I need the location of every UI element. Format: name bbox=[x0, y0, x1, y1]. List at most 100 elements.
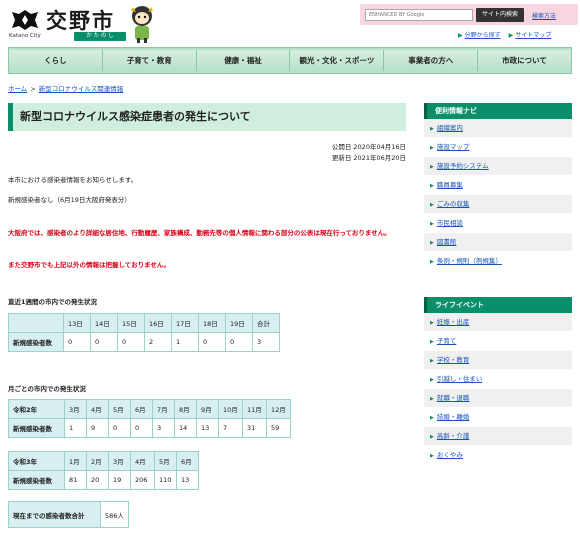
sidebar-item-label: 図書館 bbox=[436, 238, 457, 246]
sidebar-item-library[interactable]: ▶ 図書館 bbox=[424, 233, 572, 252]
table-cell: 14 bbox=[174, 418, 197, 438]
sidebar-item-pregnancy[interactable]: ▶ 妊娠・出産 bbox=[424, 313, 572, 332]
table-cell: 1 bbox=[171, 332, 199, 352]
table-row: 新規感染者数 1 9 0 0 3 14 13 7 31 59 bbox=[8, 418, 291, 438]
sidebar-item-label: 就職・退職 bbox=[436, 394, 470, 402]
sitemap-link[interactable]: サイトマップ bbox=[515, 32, 551, 39]
table-row: 新規感染者数 81 20 19 206 110 13 bbox=[8, 470, 199, 490]
table-header-row: 令和3年 1月 2月 3月 4月 5月 6月 bbox=[8, 451, 199, 471]
sidebar-item-label: 組織案内 bbox=[436, 124, 463, 132]
table-header-cell: 14日 bbox=[90, 313, 118, 333]
weekly-cases-table: 13日 14日 15日 16日 17日 18日 19日 合計 新規感染者数 0 … bbox=[8, 313, 280, 352]
table-header-cell: 19日 bbox=[225, 313, 253, 333]
sidebar-item-elderly-care[interactable]: ▶ 高齢・介護 bbox=[424, 427, 572, 446]
intro-text: 本市における感染者情報をお知らせします。 bbox=[8, 176, 138, 184]
table-header-cell: 9月 bbox=[196, 399, 219, 419]
table-cell: 0 bbox=[63, 332, 91, 352]
sidebar-item-label: 職員募集 bbox=[436, 181, 463, 189]
page-title: 新型コロナウイルス感染症患者の発生について bbox=[8, 103, 406, 131]
triangle-right-icon: ▶ bbox=[430, 202, 434, 208]
table-cell: 20 bbox=[86, 470, 109, 490]
gnav-item-business[interactable]: 事業者の方へ bbox=[384, 50, 479, 71]
sidebar-item-label: 条例・規則（例規集） bbox=[436, 257, 502, 265]
table-year-cell: 令和3年 bbox=[8, 451, 65, 471]
site-header: 交野市 Katano City か た の し サイト内検索 検索方法 ▶分野か… bbox=[0, 0, 580, 44]
section-heading-weekly: 直近1週間の市内での発生状況 bbox=[8, 298, 98, 306]
table-cell: 110 bbox=[154, 470, 177, 490]
useful-info-nav-title: 便利情報ナビ bbox=[424, 103, 572, 119]
triangle-right-icon: ▶ bbox=[430, 221, 434, 227]
sidebar-item-recruitment[interactable]: ▶ 職員募集 bbox=[424, 176, 572, 195]
table-header-cell: 4月 bbox=[130, 451, 155, 471]
table-corner-cell bbox=[8, 313, 64, 333]
triangle-right-icon: ▶ bbox=[430, 434, 434, 440]
total-cases-table: 現在までの感染者数合計 586人 bbox=[8, 501, 129, 528]
gnav-item-living[interactable]: くらし bbox=[9, 50, 103, 71]
gnav-item-tourism-culture-sports[interactable]: 観光・文化・スポーツ bbox=[290, 50, 385, 71]
global-nav: くらし 子育て・教育 健康・福祉 観光・文化・スポーツ 事業者の方へ 市政につい… bbox=[8, 47, 572, 74]
gnav-item-childcare-education[interactable]: 子育て・教育 bbox=[102, 50, 197, 71]
breadcrumb-covid-info[interactable]: 新型コロナウイルス関連情報 bbox=[39, 85, 124, 93]
breadcrumb: ホーム > 新型コロナウイルス関連情報 bbox=[8, 83, 123, 93]
site-search-button[interactable]: サイト内検索 bbox=[476, 8, 524, 22]
table-header-cell: 10月 bbox=[218, 399, 243, 419]
updated-date: 更新日 2021年06月20日 bbox=[331, 154, 406, 162]
site-logo-title[interactable]: 交野市 bbox=[46, 5, 115, 35]
sidebar-item-label: ごみの収集 bbox=[436, 200, 470, 208]
browse-by-category-link[interactable]: 分野から探す bbox=[465, 32, 501, 39]
table-cell: 19 bbox=[108, 470, 131, 490]
table-header-row: 令和2年 3月 4月 5月 6月 7月 8月 9月 10月 11月 12月 bbox=[8, 399, 291, 419]
sidebar-item-facility-booking[interactable]: ▶ 施設予約システム bbox=[424, 157, 572, 176]
sidebar-item-marriage[interactable]: ▶ 結婚・離婚 bbox=[424, 408, 572, 427]
sidebar-item-consultation[interactable]: ▶ 市民相談 bbox=[424, 214, 572, 233]
monthly-cases-table-r3: 令和3年 1月 2月 3月 4月 5月 6月 新規感染者数 81 20 19 2… bbox=[8, 451, 199, 490]
sidebar-item-facility-map[interactable]: ▶ 施設マップ bbox=[424, 138, 572, 157]
sidebar-item-ordinances[interactable]: ▶ 条例・規則（例規集） bbox=[424, 252, 572, 271]
table-cell: 206 bbox=[130, 470, 155, 490]
table-header-cell: 6月 bbox=[130, 399, 153, 419]
table-header-cell: 15日 bbox=[117, 313, 145, 333]
search-input[interactable] bbox=[365, 9, 473, 21]
triangle-right-icon: ▶ bbox=[430, 358, 434, 364]
table-cell: 31 bbox=[242, 418, 267, 438]
sidebar-item-school[interactable]: ▶ 学校・教育 bbox=[424, 351, 572, 370]
table-header-cell: 11月 bbox=[242, 399, 267, 419]
sidebar-item-childcare[interactable]: ▶ 子育て bbox=[424, 332, 572, 351]
gnav-item-city-government[interactable]: 市政について bbox=[478, 50, 571, 71]
triangle-right-icon: ▶ bbox=[430, 320, 434, 326]
site-search-box: サイト内検索 検索方法 bbox=[360, 4, 578, 25]
triangle-right-icon: ▶ bbox=[430, 415, 434, 421]
sidebar-item-bereavement[interactable]: ▶ おくやみ bbox=[424, 446, 572, 465]
triangle-right-icon: ▶ bbox=[430, 377, 434, 383]
arrow-right-icon: ▶ bbox=[508, 32, 514, 39]
sidebar-item-organization[interactable]: ▶ 組織案内 bbox=[424, 119, 572, 138]
table-header-cell: 2月 bbox=[86, 451, 109, 471]
table-row-label: 新規感染者数 bbox=[8, 418, 65, 438]
table-row: 新規感染者数 0 0 0 2 1 0 0 3 bbox=[8, 332, 280, 352]
breadcrumb-separator: > bbox=[30, 85, 36, 93]
alert-text-no-info: また交野市でも上記以外の情報は把握しておりません。 bbox=[8, 261, 170, 269]
search-help-link[interactable]: 検索方法 bbox=[532, 11, 556, 20]
sidebar-item-label: 高齢・介護 bbox=[436, 432, 470, 440]
table-row-label: 現在までの感染者数合計 bbox=[8, 501, 101, 528]
gnav-item-health-welfare[interactable]: 健康・福祉 bbox=[196, 50, 291, 71]
table-cell: 1 bbox=[64, 418, 87, 438]
sidebar-item-employment[interactable]: ▶ 就職・退職 bbox=[424, 389, 572, 408]
table-cell: 0 bbox=[225, 332, 253, 352]
mascot-character-icon bbox=[131, 6, 153, 43]
breadcrumb-home[interactable]: ホーム bbox=[8, 85, 27, 93]
table-row: 現在までの感染者数合計 586人 bbox=[8, 501, 129, 528]
sidebar-item-moving[interactable]: ▶ 引越し・住まい bbox=[424, 370, 572, 389]
arrow-right-icon: ▶ bbox=[458, 32, 463, 39]
table-cell: 2 bbox=[144, 332, 172, 352]
table-cell: 81 bbox=[64, 470, 87, 490]
triangle-right-icon: ▶ bbox=[430, 453, 434, 459]
table-cell: 0 bbox=[90, 332, 118, 352]
table-header-cell: 13日 bbox=[63, 313, 91, 333]
table-header-cell: 合計 bbox=[252, 313, 280, 333]
table-cell: 7 bbox=[218, 418, 243, 438]
table-header-cell: 4月 bbox=[86, 399, 109, 419]
sidebar-item-label: 子育て bbox=[436, 337, 457, 345]
table-cell: 9 bbox=[86, 418, 109, 438]
sidebar-item-garbage[interactable]: ▶ ごみの収集 bbox=[424, 195, 572, 214]
